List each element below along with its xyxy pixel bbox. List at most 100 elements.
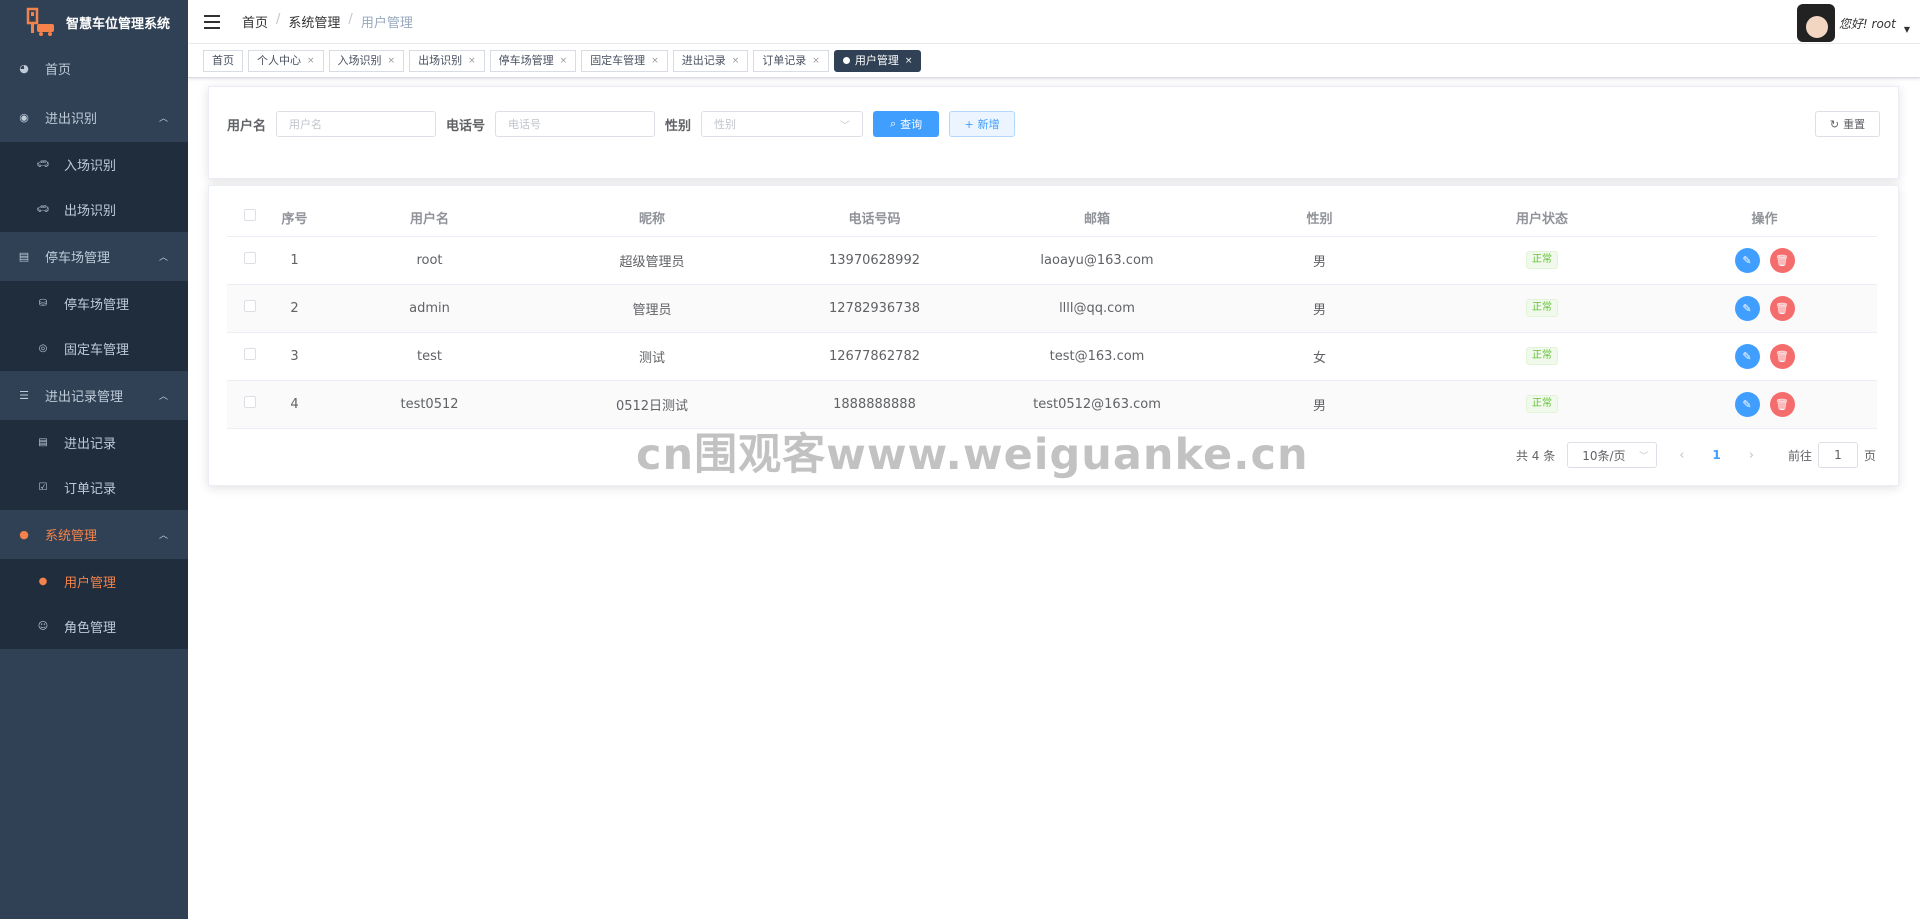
close-icon[interactable]: ×: [468, 51, 476, 71]
caret-down-icon[interactable]: ▼: [1904, 25, 1910, 34]
column-header: 昵称: [542, 199, 762, 237]
row-checkbox[interactable]: [243, 348, 256, 360]
sidebar-item-label: 用户管理: [64, 576, 117, 591]
avatar[interactable]: [1796, 4, 1835, 42]
edit-button[interactable]: ✎: [1734, 391, 1760, 417]
delete-button[interactable]: 🗑︎: [1769, 295, 1795, 321]
table-row[interactable]: 2 admin 管理员 12782936738 llll@qq.com 男 正常…: [227, 284, 1877, 333]
column-header: 电话号码: [762, 199, 987, 237]
close-icon[interactable]: ×: [812, 51, 820, 71]
row-checkbox[interactable]: [243, 300, 256, 312]
row-checkbox[interactable]: [243, 396, 256, 408]
tag-exit[interactable]: 出场识别 ×: [409, 49, 485, 72]
chevron-down-icon: ﹀: [1639, 451, 1649, 462]
sidebar-item-order-records[interactable]: ☑ 订单记录: [0, 465, 188, 510]
username-input[interactable]: 用户名: [276, 111, 437, 137]
refresh-icon: ↻: [1829, 117, 1840, 131]
cell-gender: 女: [1207, 332, 1432, 381]
cell-index: 4: [272, 380, 317, 429]
reset-button[interactable]: ↻ 重置: [1815, 111, 1880, 137]
delete-button[interactable]: 🗑︎: [1769, 391, 1795, 417]
close-icon[interactable]: ×: [388, 51, 396, 71]
edit-button[interactable]: ✎: [1734, 343, 1760, 369]
sidebar-group-system[interactable]: ● 系统管理 ︿: [0, 510, 188, 559]
tag-label: 个人中心: [257, 53, 301, 67]
select-all-checkbox[interactable]: [243, 209, 256, 222]
user-menu[interactable]: 您好! root ▼: [1796, 4, 1910, 42]
logo-icon: [26, 7, 54, 36]
tag-parking[interactable]: 停车场管理 ×: [489, 49, 577, 72]
phone-input[interactable]: 电话号: [495, 111, 656, 137]
cell-username: test0512: [317, 380, 542, 429]
sidebar-item-user-management[interactable]: ● 用户管理: [0, 559, 188, 604]
sidebar-item-entry[interactable]: 🚗︎ 入场识别: [0, 142, 188, 187]
query-button[interactable]: ⌕ 查询: [873, 111, 940, 137]
active-dot-icon: [842, 57, 850, 64]
table-header: 序号 用户名 昵称 电话号码 邮箱 性别 用户状态 操作: [227, 199, 1877, 237]
search-form: 用户名 用户名 电话号 电话号 性别 性别 ﹀ ⌕ 查询 + 新增: [227, 111, 1016, 137]
sidebar-group-recognition[interactable]: ◉ 进出识别 ︿: [0, 93, 188, 142]
phone-label: 电话号: [446, 118, 486, 134]
edit-icon: ✎: [1742, 253, 1752, 267]
cell-index: 2: [272, 284, 317, 333]
close-icon[interactable]: ×: [651, 51, 659, 71]
page-size-select[interactable]: 10条/页 ﹀: [1567, 442, 1658, 468]
total-count: 共 4 条: [1515, 448, 1556, 463]
sidebar-group-parking[interactable]: ▤ 停车场管理 ︿: [0, 232, 188, 281]
tag-in-out-records[interactable]: 进出记录 ×: [672, 49, 749, 72]
sidebar-item-exit[interactable]: 🚗︎ 出场识别: [0, 187, 188, 232]
tag-label: 进出记录: [681, 53, 726, 67]
sidebar-item-role-management[interactable]: ☺ 角色管理: [0, 604, 188, 649]
tag-user-management[interactable]: 用户管理 ×: [833, 49, 922, 72]
gender-placeholder: 性别: [714, 118, 737, 131]
sidebar-item-parking-lot[interactable]: ⛁ 停车场管理: [0, 281, 188, 326]
trash-icon: 🗑︎: [1775, 253, 1789, 267]
edit-button[interactable]: ✎: [1734, 247, 1760, 273]
close-icon[interactable]: ×: [560, 51, 568, 71]
close-icon[interactable]: ×: [905, 51, 913, 71]
column-header: 性别: [1207, 199, 1432, 237]
sidebar-item-label: 入场识别: [64, 159, 117, 174]
phone-placeholder: 电话号: [508, 118, 542, 131]
breadcrumb-home[interactable]: 首页: [242, 12, 268, 31]
close-icon[interactable]: ×: [307, 51, 315, 71]
next-page-icon[interactable]: ›: [1749, 448, 1754, 463]
sidebar-item-home[interactable]: ◕ 首页: [0, 44, 188, 93]
prev-page-icon[interactable]: ‹: [1679, 448, 1684, 463]
delete-button[interactable]: 🗑︎: [1769, 343, 1795, 369]
cell-nickname: 管理员: [542, 284, 762, 333]
tag-home[interactable]: 首页: [203, 49, 243, 72]
edit-button[interactable]: ✎: [1734, 295, 1760, 321]
user-table: 序号 用户名 昵称 电话号码 邮箱 性别 用户状态 操作 1 root 超级管理…: [227, 199, 1877, 429]
sidebar-item-label: 出场识别: [64, 204, 117, 219]
page-number[interactable]: 1: [1712, 448, 1720, 462]
chevron-up-icon: ︿: [158, 253, 168, 263]
delete-button[interactable]: 🗑︎: [1769, 247, 1795, 273]
tag-fixed-car[interactable]: 固定车管理 ×: [581, 49, 668, 72]
close-icon[interactable]: ×: [732, 51, 740, 71]
row-checkbox[interactable]: [243, 252, 256, 264]
search-panel: 用户名 用户名 电话号 电话号 性别 性别 ﹀ ⌕ 查询 + 新增 ↻ 重置: [208, 86, 1899, 179]
page-size-value: 10条/页: [1582, 448, 1626, 463]
role-icon: ☺: [37, 621, 49, 632]
sidebar-item-in-out-records[interactable]: ▤ 进出记录: [0, 420, 188, 465]
user-icon: ●: [38, 576, 48, 587]
table-row[interactable]: 3 test 测试 12677862782 test@163.com 女 正常 …: [227, 332, 1877, 381]
hamburger-icon[interactable]: [204, 14, 220, 29]
add-button[interactable]: + 新增: [949, 111, 1016, 137]
column-header: 邮箱: [987, 199, 1207, 237]
gender-select[interactable]: 性别 ﹀: [701, 111, 864, 137]
sidebar-item-fixed-car[interactable]: ◎ 固定车管理: [0, 326, 188, 371]
car-icon: 🚗︎: [36, 159, 50, 170]
goto-page-input[interactable]: 1: [1817, 442, 1858, 468]
sidebar-item-label: 停车场管理: [45, 251, 111, 266]
breadcrumb-system[interactable]: 系统管理: [288, 12, 340, 31]
sidebar-group-records[interactable]: ☰ 进出记录管理 ︿: [0, 371, 188, 420]
cell-email: llll@qq.com: [987, 284, 1207, 333]
table-row[interactable]: 1 root 超级管理员 13970628992 laoayu@163.com …: [227, 236, 1877, 285]
tag-profile[interactable]: 个人中心 ×: [248, 49, 324, 72]
sidebar-item-label: 停车场管理: [64, 298, 130, 313]
cell-phone: 12782936738: [762, 284, 987, 333]
tag-order-records[interactable]: 订单记录 ×: [753, 49, 829, 72]
tag-entry[interactable]: 入场识别 ×: [328, 49, 405, 72]
